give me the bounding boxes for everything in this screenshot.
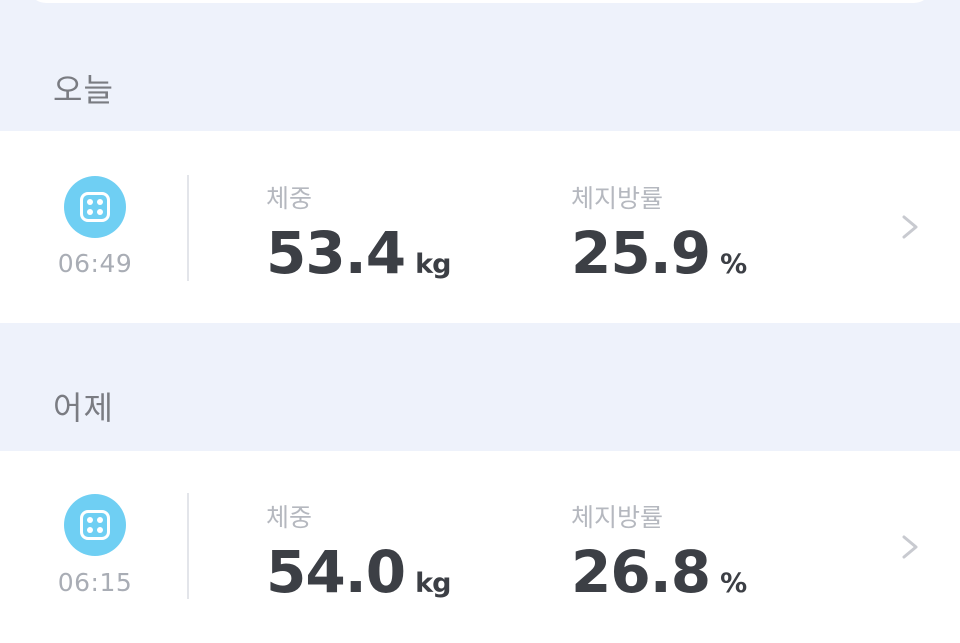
chevron-right-icon[interactable] (897, 215, 921, 239)
section-title: 오늘 (53, 71, 114, 109)
weight-value: 54.0 kg (266, 538, 451, 606)
divider (187, 175, 189, 281)
body-fat-value: 26.8% (571, 538, 747, 606)
body-fat-value: 25.9% (571, 219, 747, 287)
body-fat-number: 26.8 (571, 538, 711, 606)
divider (187, 493, 189, 599)
body-fat-number: 25.9 (571, 219, 711, 287)
body-fat-label: 체지방률 (571, 184, 664, 213)
chevron-right-icon[interactable] (897, 535, 921, 559)
weight-unit: kg (415, 568, 451, 599)
scale-icon (64, 494, 126, 556)
body-fat-label: 체지방률 (571, 503, 664, 532)
section-header-today: 오늘 (0, 3, 960, 133)
record-row[interactable]: 06:49 체중 53.4 kg 체지방률 25.9% (0, 131, 960, 323)
section-title: 어제 (53, 389, 114, 427)
measurement-time: 06:15 (57, 568, 133, 597)
weight-unit: kg (415, 249, 451, 280)
scale-icon (64, 176, 126, 238)
weight-label: 체중 (266, 503, 313, 532)
body-fat-unit: % (720, 249, 747, 280)
weight-number: 54.0 (266, 538, 406, 606)
weight-value: 53.4 kg (266, 219, 451, 287)
section-header-yesterday: 어제 (0, 323, 960, 453)
weight-number: 53.4 (266, 219, 406, 287)
weight-label: 체중 (266, 184, 313, 213)
record-row[interactable]: 06:15 체중 54.0 kg 체지방률 26.8% (0, 451, 960, 643)
measurement-time: 06:49 (57, 249, 133, 278)
body-fat-unit: % (720, 568, 747, 599)
